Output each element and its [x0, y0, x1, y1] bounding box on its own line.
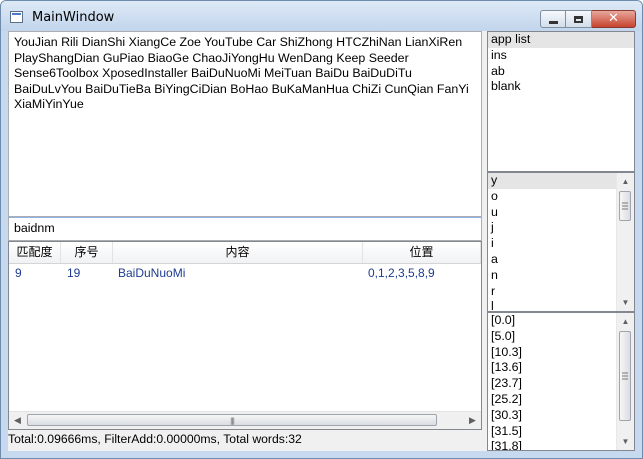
- list-item[interactable]: a: [488, 252, 634, 268]
- maximize-icon: [574, 15, 583, 23]
- header-index[interactable]: 序号: [61, 242, 113, 263]
- query-input[interactable]: baidnm: [8, 217, 482, 241]
- vertical-scroll-thumb[interactable]: [619, 191, 631, 221]
- cell-positions: 0,1,2,3,5,8,9: [368, 266, 435, 280]
- list-item[interactable]: blank: [488, 79, 634, 95]
- list-item[interactable]: u: [488, 205, 634, 221]
- window-controls: ✕: [540, 10, 636, 30]
- minimize-icon: [548, 20, 558, 24]
- list-item[interactable]: [23.7]: [488, 376, 634, 392]
- window-title: MainWindow: [32, 10, 115, 25]
- list-item[interactable]: [31.5]: [488, 424, 634, 440]
- list-item[interactable]: n: [488, 268, 634, 284]
- list-item[interactable]: [30.3]: [488, 408, 634, 424]
- letters-vertical-scrollbar[interactable]: ▲ ▼: [616, 173, 634, 311]
- list-item[interactable]: [13.6]: [488, 360, 634, 376]
- list-item[interactable]: ins: [488, 48, 634, 64]
- header-score[interactable]: 匹配度: [9, 242, 61, 263]
- close-icon: ✕: [608, 11, 619, 26]
- arrow-right-icon[interactable]: ▶: [464, 412, 481, 429]
- list-item[interactable]: ab: [488, 64, 634, 80]
- close-button[interactable]: ✕: [592, 10, 636, 28]
- arrow-down-icon[interactable]: ▼: [617, 294, 634, 311]
- title-bar[interactable]: MainWindow ✕: [1, 1, 642, 31]
- grip-icon: |||: [229, 417, 235, 425]
- minimize-button[interactable]: [540, 10, 566, 28]
- list-item[interactable]: [5.0]: [488, 329, 634, 345]
- cell-index: 19: [67, 266, 81, 280]
- main-window: MainWindow ✕ YouJian Rili DianShi XiangC…: [0, 0, 643, 459]
- cell-content: BaiDuNuoMi: [118, 266, 186, 280]
- list-item[interactable]: l: [488, 299, 634, 311]
- words-textbox[interactable]: YouJian Rili DianShi XiangCe Zoe YouTube…: [8, 31, 482, 217]
- header-positions[interactable]: 位置: [363, 242, 481, 263]
- arrow-up-icon[interactable]: ▲: [617, 173, 634, 190]
- vertical-scroll-thumb[interactable]: [619, 331, 631, 421]
- table-row[interactable]: 9 19 BaiDuNuoMi 0,1,2,3,5,8,9: [9, 264, 481, 282]
- maximize-button[interactable]: [566, 10, 592, 28]
- grip-icon: [622, 201, 628, 212]
- arrow-down-icon[interactable]: ▼: [617, 433, 634, 450]
- list-item[interactable]: r: [488, 284, 634, 300]
- scores-vertical-scrollbar[interactable]: ▲ ▼: [616, 313, 634, 450]
- results-grid: 匹配度 序号 内容 位置 9 19 BaiDuNuoMi 0,1,2,3,5,8…: [8, 241, 482, 430]
- horizontal-scroll-thumb[interactable]: |||: [27, 414, 437, 426]
- client-area: YouJian Rili DianShi XiangCe Zoe YouTube…: [8, 31, 635, 451]
- list-item[interactable]: [25.2]: [488, 392, 634, 408]
- list-item[interactable]: y: [488, 173, 634, 189]
- list-item[interactable]: o: [488, 189, 634, 205]
- grid-horizontal-scrollbar[interactable]: ◀ ||| ▶: [9, 411, 481, 429]
- list-item[interactable]: [0.0]: [488, 313, 634, 329]
- list-item[interactable]: [10.3]: [488, 345, 634, 361]
- list-item[interactable]: j: [488, 220, 634, 236]
- status-text: Total:0.09666ms, FilterAdd:0.00000ms, To…: [8, 432, 302, 446]
- app-icon[interactable]: [10, 11, 23, 23]
- grip-icon: [622, 371, 628, 382]
- cell-score: 9: [15, 266, 22, 280]
- letters-listbox: y o u j i a n r l ▲ ▼: [487, 172, 635, 312]
- scores-listbox: [0.0] [5.0] [10.3] [13.6] [23.7] [25.2] …: [487, 312, 635, 451]
- grid-header: 匹配度 序号 内容 位置: [9, 242, 481, 264]
- list-item[interactable]: i: [488, 236, 634, 252]
- list-item[interactable]: [31.8]: [488, 439, 634, 450]
- arrow-up-icon[interactable]: ▲: [617, 313, 634, 330]
- header-content[interactable]: 内容: [113, 242, 363, 263]
- mode-listbox: app list ins ab blank: [487, 31, 635, 172]
- list-item[interactable]: app list: [488, 32, 634, 48]
- arrow-left-icon[interactable]: ◀: [9, 412, 26, 429]
